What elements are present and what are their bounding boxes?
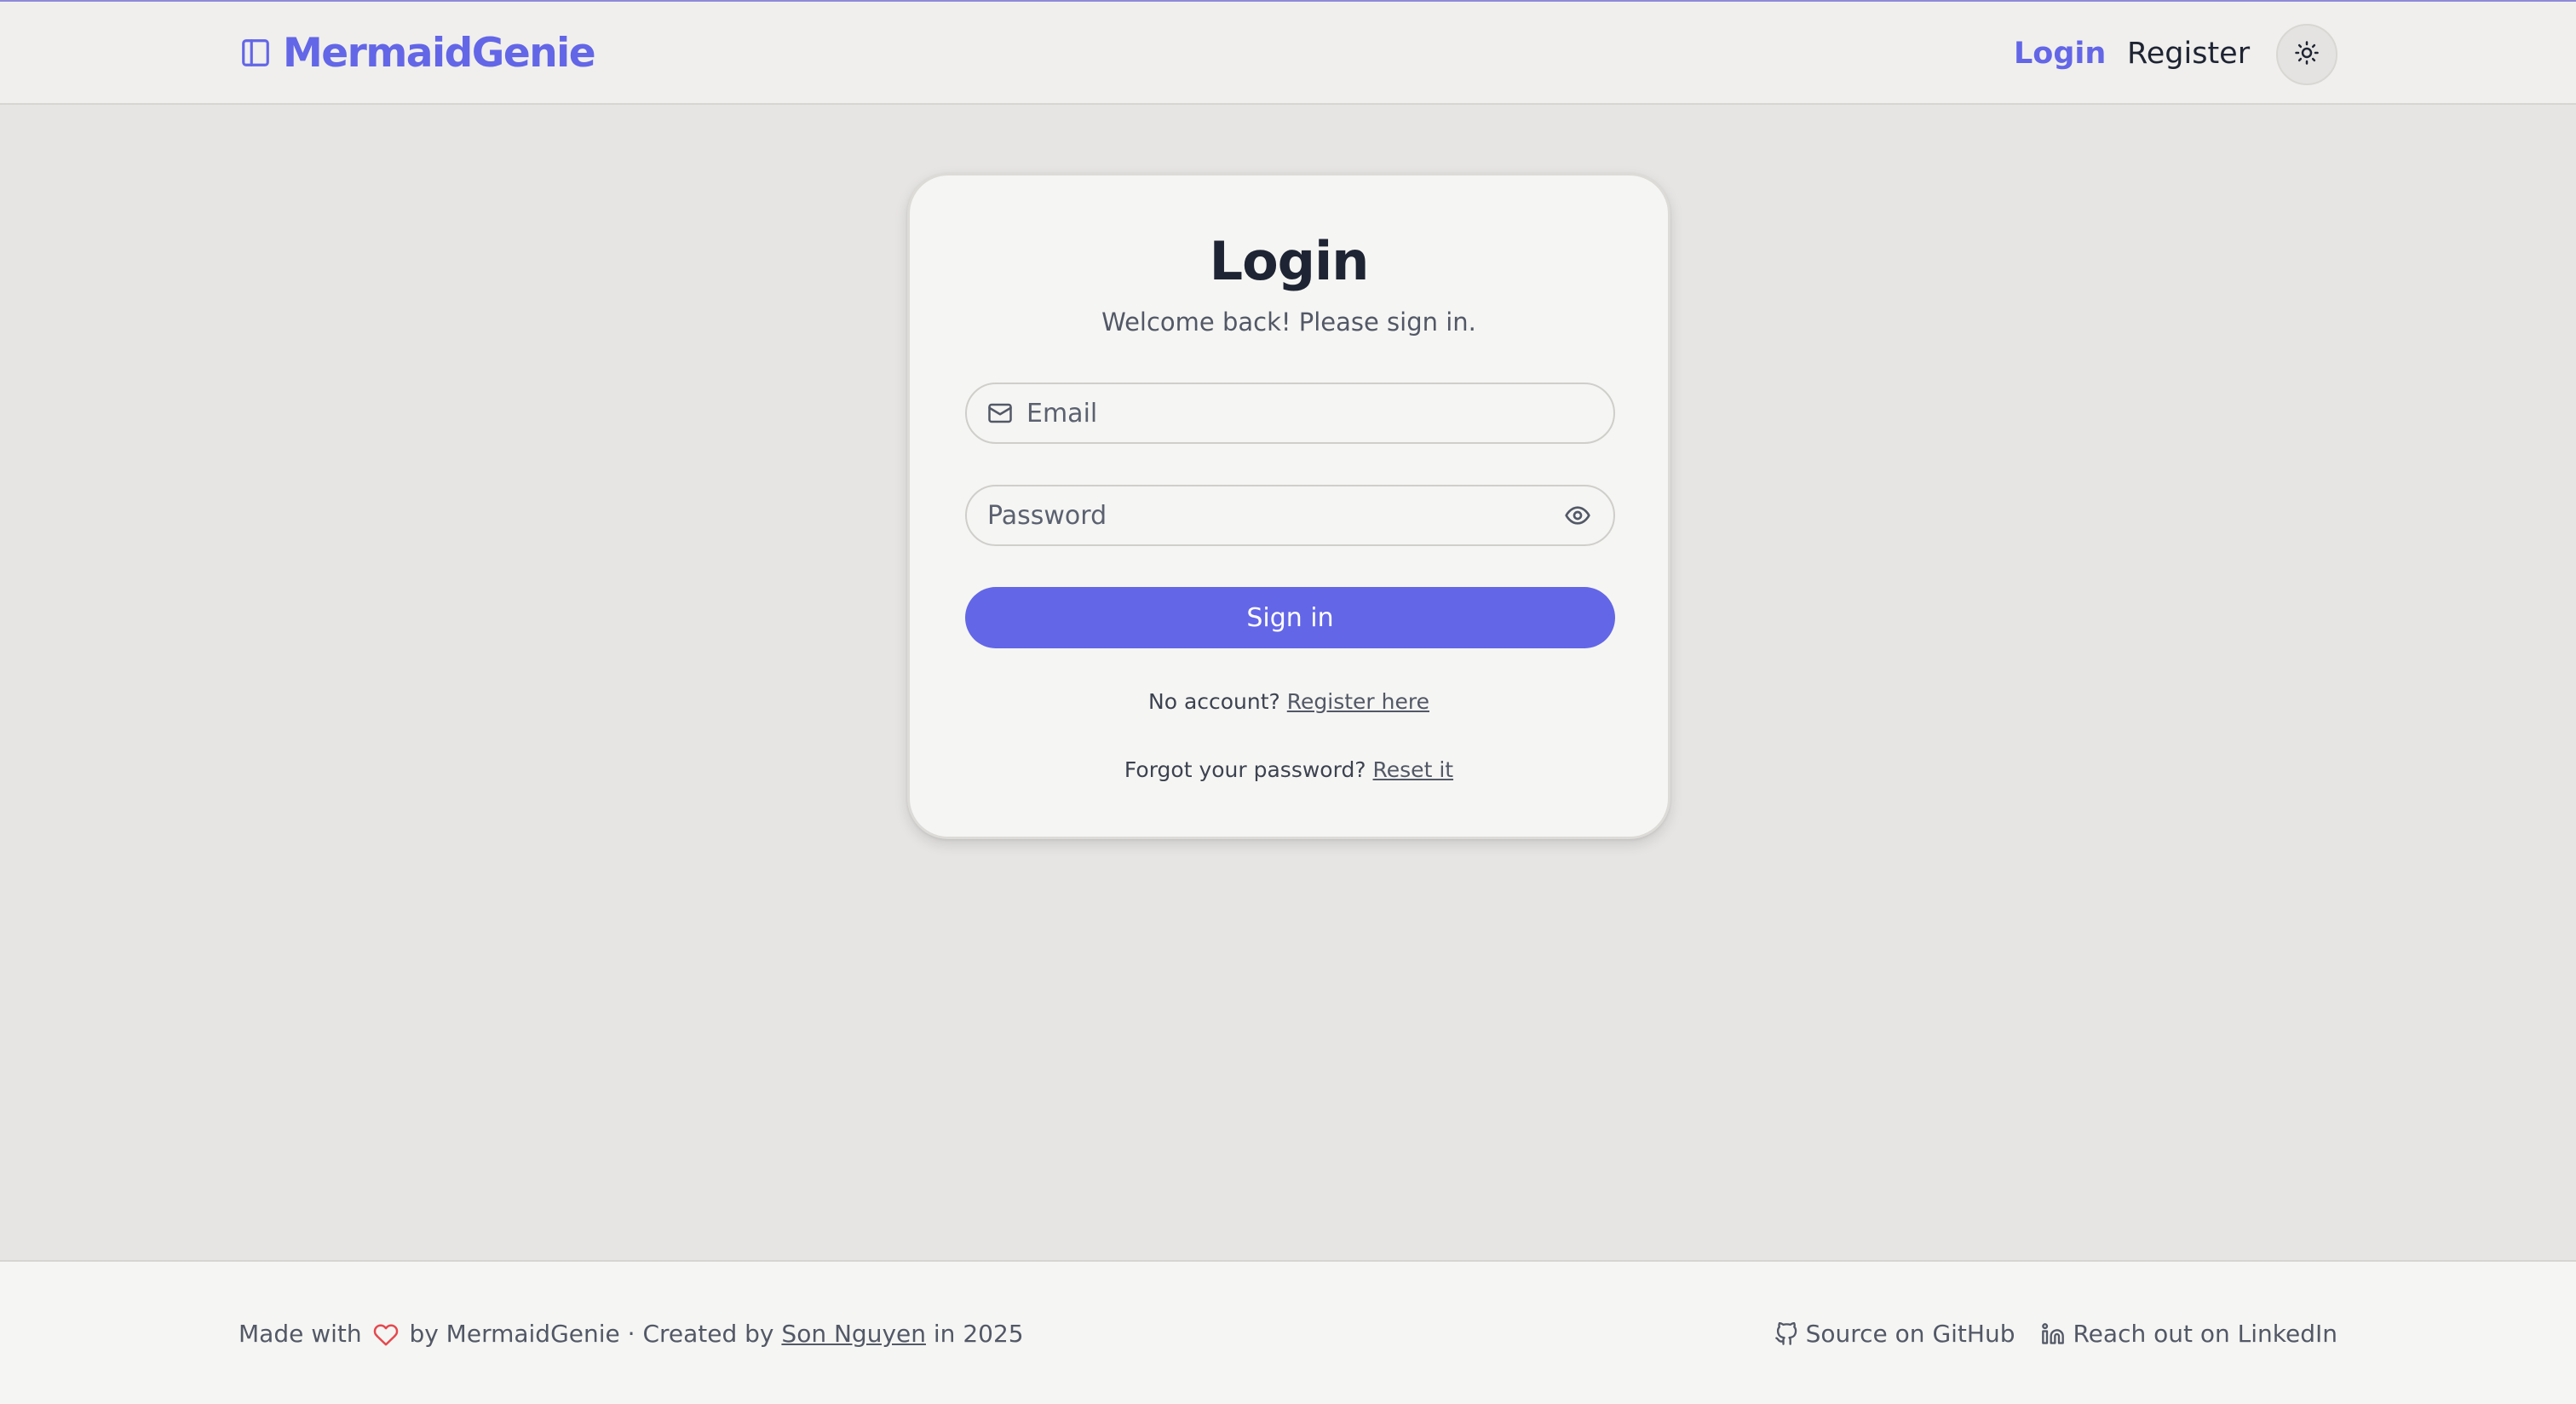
github-link[interactable]: Source on GitHub [1774,1317,2015,1351]
github-icon [1774,1321,1799,1347]
page-footer: Made with by MermaidGenie · Created by S… [0,1260,2576,1404]
nav-login-link[interactable]: Login [2014,32,2106,75]
top-navbar: MermaidGenie Login Register [0,0,2576,105]
author-link[interactable]: Son Nguyen [781,1320,926,1348]
password-field[interactable] [965,485,1615,546]
reset-password-link[interactable]: Reset it [1373,757,1454,782]
login-subtitle: Welcome back! Please sign in. [1101,308,1476,337]
linkedin-label[interactable]: Reach out on LinkedIn [2073,1317,2337,1351]
nav-register-link[interactable]: Register [2127,32,2250,75]
email-field[interactable] [965,383,1615,444]
theme-toggle-button[interactable] [2276,24,2337,85]
forgot-password-prompt: Forgot your password? Reset it [910,757,1668,782]
heart-icon [373,1322,399,1348]
year-text: in 2025 [933,1320,1024,1348]
password-input[interactable] [967,486,1561,544]
mail-icon [986,399,1015,428]
made-with-text: Made with [239,1320,362,1348]
footer-links: Source on GitHub Reach out on LinkedIn [1774,1317,2337,1351]
by-text: by MermaidGenie · Created by [409,1320,774,1348]
email-input[interactable] [1015,384,1613,442]
linkedin-icon [2040,1321,2066,1347]
sun-icon [2294,40,2320,69]
sidebar-panel-icon[interactable] [239,36,273,70]
brand-name[interactable]: MermaidGenie [283,30,596,77]
login-card: Login Welcome back! Please sign in. Sign… [907,173,1670,839]
register-prompt: No account? Register here [910,689,1668,714]
forgot-prompt-text: Forgot your password? [1124,757,1366,782]
login-title: Login [1209,230,1370,292]
brand-logo-link[interactable]: MermaidGenie [239,27,596,78]
footer-credits: Made with by MermaidGenie · Created by S… [239,1317,1024,1351]
github-label[interactable]: Source on GitHub [1806,1317,2015,1351]
eye-icon[interactable] [1561,498,1595,532]
linkedin-link[interactable]: Reach out on LinkedIn [2040,1317,2337,1351]
register-here-link[interactable]: Register here [1287,689,1429,714]
sign-in-button[interactable]: Sign in [965,587,1615,648]
register-prompt-text: No account? [1148,689,1280,714]
